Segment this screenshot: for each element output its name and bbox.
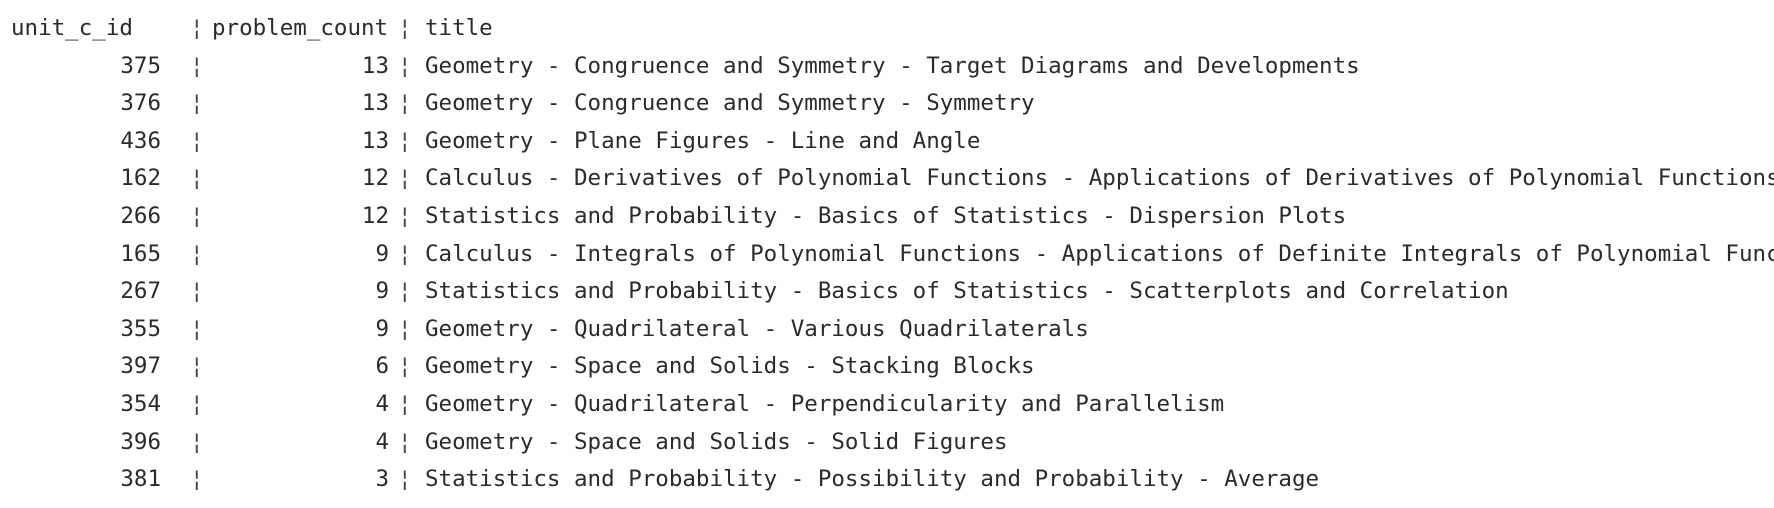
cell-title: Geometry - Quadrilateral - Various Quadr… — [425, 315, 1089, 342]
column-separator: ¦ — [190, 52, 204, 79]
table-row: 397 ¦ 6 ¦ Geometry - Space and Solids - Stac… — [0, 348, 1774, 386]
column-separator: ¦ — [190, 428, 204, 455]
cell-unit-c-id: 355 — [120, 315, 161, 342]
cell-title: Geometry - Quadrilateral - Perpendicular… — [425, 390, 1225, 417]
table-row: 375 ¦ 13 ¦ Geometry - Congruence and Symmetr… — [0, 48, 1774, 86]
cell-problem-count: 4 — [375, 390, 389, 417]
column-separator: ¦ — [190, 202, 204, 229]
table-row: 376 ¦ 13 ¦ Geometry - Congruence and Symmetr… — [0, 85, 1774, 123]
cell-unit-c-id: 162 — [120, 165, 161, 192]
cell-problem-count: 13 — [361, 52, 389, 79]
column-separator: ¦ — [398, 390, 412, 417]
table-row: 267 ¦ 9 ¦ Statistics and Probability - Basic… — [0, 273, 1774, 311]
column-separator: ¦ — [398, 278, 412, 305]
column-separator: ¦ — [190, 278, 204, 305]
cell-unit-c-id: 396 — [120, 428, 161, 455]
cell-problem-count: 13 — [361, 90, 389, 117]
cell-problem-count: 13 — [361, 127, 389, 154]
column-separator: ¦ — [398, 202, 412, 229]
cell-problem-count: 3 — [375, 466, 389, 493]
cell-problem-count: 9 — [375, 278, 389, 305]
cell-title: Statistics and Probability - Possibility… — [425, 466, 1320, 493]
cell-problem-count: 4 — [375, 428, 389, 455]
column-separator: ¦ — [190, 15, 204, 41]
cell-problem-count: 9 — [375, 240, 389, 267]
table-row: 165 ¦ 9 ¦ Calculus - Integrals of Polynomial… — [0, 236, 1774, 274]
cell-unit-c-id: 436 — [120, 127, 161, 154]
cell-unit-c-id: 397 — [120, 353, 161, 380]
cell-title: Geometry - Congruence and Symmetry - Sym… — [425, 90, 1035, 117]
cell-title: Geometry - Congruence and Symmetry - Tar… — [425, 52, 1360, 79]
cell-unit-c-id: 354 — [120, 390, 161, 417]
cell-problem-count: 6 — [375, 353, 389, 380]
cell-unit-c-id: 376 — [120, 90, 161, 117]
column-separator: ¦ — [190, 353, 204, 380]
column-separator: ¦ — [398, 52, 412, 79]
cell-title: Geometry - Plane Figures - Line and Angl… — [425, 127, 981, 154]
table-row: 355 ¦ 9 ¦ Geometry - Quadrilateral - Various… — [0, 311, 1774, 349]
column-separator: ¦ — [190, 390, 204, 417]
column-separator: ¦ — [190, 165, 204, 192]
column-separator: ¦ — [190, 127, 204, 154]
column-separator: ¦ — [190, 90, 204, 117]
column-separator: ¦ — [190, 466, 204, 493]
column-separator: ¦ — [398, 240, 412, 267]
cell-unit-c-id: 267 — [120, 278, 161, 305]
cell-title: Calculus - Derivatives of Polynomial Fun… — [425, 165, 1774, 192]
cell-unit-c-id: 266 — [120, 202, 161, 229]
cell-title: Calculus - Integrals of Polynomial Funct… — [425, 240, 1774, 267]
table-row: 266 ¦ 12 ¦ Statistics and Probability - Basi… — [0, 198, 1774, 236]
header-title: title — [425, 15, 493, 41]
table-header-row: unit_c_id ¦ problem_count ¦ title — [0, 10, 1774, 48]
column-separator: ¦ — [398, 315, 412, 342]
column-separator: ¦ — [190, 240, 204, 267]
table-row: 381 ¦ 3 ¦ Statistics and Probability - Possi… — [0, 461, 1774, 499]
header-unit-c-id: unit_c_id — [11, 15, 133, 41]
query-result-table: unit_c_id ¦ problem_count ¦ title 375 ¦ 13… — [0, 0, 1774, 492]
table-row: 396 ¦ 4 ¦ Geometry - Space and Solids - Soli… — [0, 424, 1774, 462]
table-row: 436 ¦ 13 ¦ Geometry - Plane Figures - Line a… — [0, 123, 1774, 161]
cell-problem-count: 9 — [375, 315, 389, 342]
cell-title: Geometry - Space and Solids - Stacking B… — [425, 353, 1035, 380]
cell-title: Geometry - Space and Solids - Solid Figu… — [425, 428, 1008, 455]
table-body: 375 ¦ 13 ¦ Geometry - Congruence and Symmetr… — [0, 48, 1774, 499]
cell-title: Statistics and Probability - Basics of S… — [425, 202, 1347, 229]
column-separator: ¦ — [398, 165, 412, 192]
cell-title: Statistics and Probability - Basics of S… — [425, 278, 1509, 305]
column-separator: ¦ — [398, 353, 412, 380]
column-separator: ¦ — [398, 15, 412, 41]
column-separator: ¦ — [398, 127, 412, 154]
cell-unit-c-id: 381 — [120, 466, 161, 493]
column-separator: ¦ — [398, 428, 412, 455]
table-row: 354 ¦ 4 ¦ Geometry - Quadrilateral - Perpend… — [0, 386, 1774, 424]
cell-problem-count: 12 — [361, 165, 389, 192]
column-separator: ¦ — [190, 315, 204, 342]
column-separator: ¦ — [398, 466, 412, 493]
cell-problem-count: 12 — [361, 202, 389, 229]
column-separator: ¦ — [398, 90, 412, 117]
cell-unit-c-id: 375 — [120, 52, 161, 79]
cell-unit-c-id: 165 — [120, 240, 161, 267]
header-problem-count: problem_count — [212, 15, 389, 41]
table-row: 162 ¦ 12 ¦ Calculus - Derivatives of Polynom… — [0, 160, 1774, 198]
